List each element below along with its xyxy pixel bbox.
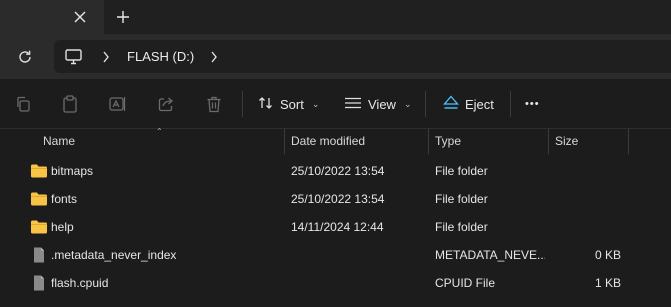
file-date: 25/10/2022 13:54 bbox=[291, 164, 385, 178]
list-item[interactable]: flash.cpuid CPUID File 1 KB bbox=[0, 269, 671, 297]
chevron-down-icon: ⌄ bbox=[403, 98, 412, 109]
file-size bbox=[555, 213, 621, 241]
paste-icon[interactable] bbox=[60, 94, 80, 114]
column-header-size[interactable]: Size bbox=[555, 129, 578, 154]
file-name: bitmaps bbox=[51, 164, 94, 178]
plus-icon[interactable] bbox=[112, 7, 134, 27]
file-icon bbox=[30, 247, 48, 263]
file-type: File folder bbox=[435, 192, 488, 206]
folder-icon bbox=[30, 191, 48, 207]
tab-strip bbox=[0, 0, 671, 34]
chevron-right-icon[interactable] bbox=[100, 49, 112, 65]
file-name: help bbox=[51, 220, 74, 234]
file-type: File folder bbox=[435, 164, 488, 178]
view-label: View bbox=[368, 96, 396, 112]
column-divider[interactable] bbox=[284, 129, 285, 154]
column-header-name[interactable]: Name bbox=[43, 129, 75, 154]
file-date: 25/10/2022 13:54 bbox=[291, 192, 385, 206]
sort-button[interactable]: Sort ⌄ bbox=[258, 91, 319, 117]
eject-icon bbox=[443, 95, 459, 113]
file-icon bbox=[30, 275, 48, 291]
column-divider[interactable] bbox=[428, 129, 429, 154]
column-headers: ⌃ Name Date modified Type Size bbox=[0, 127, 671, 154]
chevron-down-icon: ⌄ bbox=[311, 98, 320, 109]
file-size: 1 KB bbox=[594, 276, 621, 290]
share-icon[interactable] bbox=[156, 94, 176, 114]
address-bar[interactable]: FLASH (D:) bbox=[54, 40, 671, 73]
file-type: CPUID File bbox=[435, 276, 496, 290]
column-header-date[interactable]: Date modified bbox=[291, 129, 365, 154]
view-button[interactable]: View ⌄ bbox=[344, 91, 412, 117]
file-size: 0 KB bbox=[594, 248, 621, 262]
sort-icon bbox=[258, 96, 274, 113]
file-size bbox=[555, 157, 621, 185]
list-item[interactable]: .metadata_never_index METADATA_NEVE... 0… bbox=[0, 241, 671, 269]
folder-icon bbox=[30, 163, 48, 179]
column-divider[interactable] bbox=[628, 129, 629, 154]
file-date bbox=[291, 241, 421, 269]
file-size bbox=[555, 185, 621, 213]
list-item[interactable]: help 14/11/2024 12:44 File folder bbox=[0, 213, 671, 241]
file-date: 14/11/2024 12:44 bbox=[291, 220, 384, 234]
folder-icon bbox=[30, 219, 48, 235]
file-type: METADATA_NEVE... bbox=[435, 248, 545, 262]
file-type: File folder bbox=[435, 220, 488, 234]
address-row: FLASH (D:) bbox=[0, 34, 671, 79]
tab-current[interactable] bbox=[0, 0, 104, 34]
close-icon[interactable] bbox=[70, 7, 90, 27]
copy-icon[interactable] bbox=[13, 94, 33, 114]
column-header-type[interactable]: Type bbox=[435, 129, 461, 154]
eject-label: Eject bbox=[465, 96, 494, 112]
more-options-button[interactable]: ••• bbox=[525, 91, 540, 117]
delete-icon[interactable] bbox=[204, 94, 224, 114]
chevron-right-icon[interactable] bbox=[208, 49, 220, 65]
file-name: flash.cpuid bbox=[51, 276, 109, 290]
refresh-icon[interactable] bbox=[12, 44, 38, 70]
separator bbox=[425, 91, 426, 117]
separator bbox=[242, 91, 243, 117]
sort-ascending-icon: ⌃ bbox=[156, 127, 163, 136]
rename-icon[interactable] bbox=[108, 94, 128, 114]
breadcrumb-drive[interactable]: FLASH (D:) bbox=[127, 49, 194, 64]
list-item[interactable]: fonts 25/10/2022 13:54 File folder bbox=[0, 185, 671, 213]
computer-icon[interactable] bbox=[64, 48, 84, 66]
view-icon bbox=[344, 96, 362, 113]
eject-button[interactable]: Eject bbox=[443, 91, 494, 117]
separator bbox=[510, 91, 511, 117]
sort-label: Sort bbox=[280, 96, 304, 112]
file-name: fonts bbox=[51, 192, 78, 206]
file-date bbox=[291, 269, 421, 297]
file-name: .metadata_never_index bbox=[51, 248, 177, 262]
column-divider[interactable] bbox=[548, 129, 549, 154]
list-item[interactable]: bitmaps 25/10/2022 13:54 File folder bbox=[0, 157, 671, 185]
command-bar: Sort ⌄ View ⌄ Eject ••• bbox=[0, 79, 671, 129]
